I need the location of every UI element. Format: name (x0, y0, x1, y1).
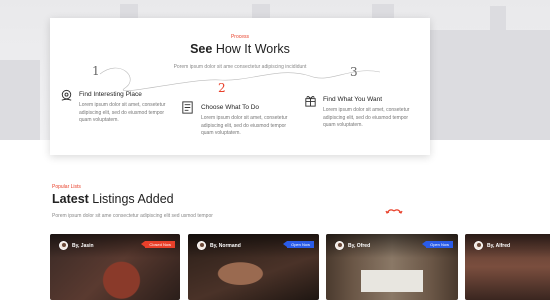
status-badge: Open Now (283, 241, 314, 248)
author-avatar (335, 241, 344, 250)
author-avatar (59, 241, 68, 250)
step-description: Lorem ipsum dolor sit amet, consetetur a… (79, 102, 166, 123)
listing-author: By, Normand (210, 243, 241, 249)
carousel-arrows-icon[interactable] (385, 206, 403, 216)
listings-tag: Popular Lists (52, 184, 81, 190)
map-pin-icon (61, 89, 72, 101)
listing-card[interactable]: By, Jasin Closed Now (50, 234, 180, 300)
step-number: 1 (92, 64, 100, 78)
listing-card[interactable]: By, Alfred (465, 234, 550, 300)
status-badge: Open Now (422, 241, 453, 248)
listing-card[interactable]: By, Ofred Open Now (326, 234, 458, 300)
author-avatar (197, 241, 206, 250)
status-badge: Closed Now (141, 241, 175, 248)
step-title: Find What You Want (323, 96, 383, 103)
step-number: 3 (350, 65, 358, 79)
listing-author: By, Alfred (487, 243, 511, 249)
listing-author: By, Jasin (72, 243, 94, 249)
step-title: Find Interesting Place (79, 91, 142, 98)
listing-author: By, Ofred (348, 243, 371, 249)
step-title: Choose What To Do (201, 104, 260, 111)
gift-box-icon (305, 96, 316, 107)
how-it-works-card: Process See How It Works Porem ipsum dol… (50, 18, 430, 155)
listings-title: Latest Listings Added (52, 192, 174, 206)
listing-card[interactable]: By, Normand Open Now (188, 234, 319, 300)
step-number: 2 (218, 81, 226, 95)
step-description: Lorem ipsum dolor sit amet, consetetur a… (323, 107, 410, 128)
step-description: Lorem ipsum dolor sit amet, consetetur a… (201, 115, 288, 136)
author-avatar (474, 241, 483, 250)
checklist-icon (182, 101, 193, 114)
listings-subtitle: Porem ipsum dolor sit ame consectetur ad… (52, 213, 213, 219)
